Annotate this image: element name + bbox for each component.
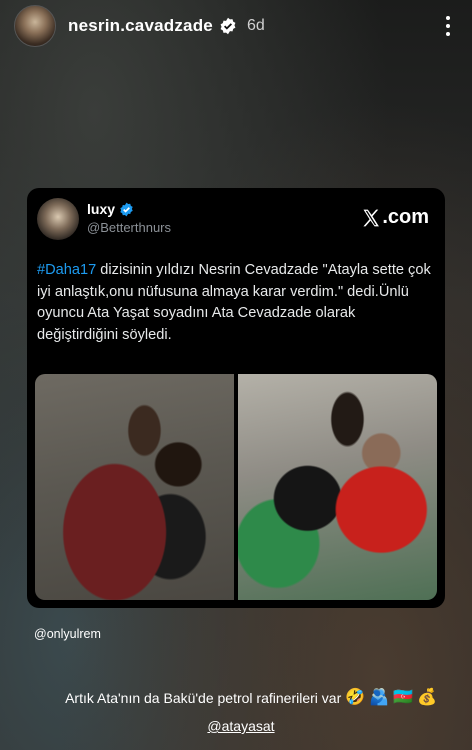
tweet-card[interactable]: luxy @Betterthnurs .com #Daha17 dizisini… xyxy=(27,188,445,608)
azerbaijan-flag-icon: 🇦🇿 xyxy=(393,689,413,706)
tweet-avatar xyxy=(37,198,79,240)
caption-mention[interactable]: @atayasat xyxy=(0,718,472,734)
caption-text: Artık Ata'nın da Bakü'de petrol rafineri… xyxy=(65,690,342,706)
tweet-photo-2[interactable] xyxy=(238,374,437,600)
laughing-emoji-icon: 🤣 xyxy=(345,689,366,706)
profile-avatar[interactable] xyxy=(14,5,56,47)
credit-mention[interactable]: @onlyulrem xyxy=(34,627,101,641)
hug-emoji-icon: 🫂 xyxy=(369,689,390,706)
blue-check-icon xyxy=(120,202,133,216)
tweet-body: dizisinin yıldızı Nesrin Cevadzade "Atay… xyxy=(37,262,431,343)
more-options-icon[interactable] xyxy=(438,14,458,38)
tweet-photos xyxy=(35,374,437,600)
x-source-label: .com xyxy=(382,206,429,228)
tweet-hashtag[interactable]: #Daha17 xyxy=(37,262,96,278)
tweet-photo-1[interactable] xyxy=(35,374,234,600)
tweet-handle: @Betterthnurs xyxy=(87,220,172,235)
tweet-author-label: luxy xyxy=(87,201,116,217)
money-bag-icon: 💰 xyxy=(417,689,437,706)
tweet-author-name: luxy xyxy=(87,201,134,217)
story-header: nesrin.cavadzade 6d xyxy=(0,0,472,52)
post-time: 6d xyxy=(246,17,265,34)
username[interactable]: nesrin.cavadzade xyxy=(68,16,213,36)
tweet-text: #Daha17 dizisinin yıldızı Nesrin Cevadza… xyxy=(37,260,431,346)
story-caption: Artık Ata'nın da Bakü'de petrol rafineri… xyxy=(0,689,472,707)
x-icon xyxy=(363,209,380,226)
story-background: nesrin.cavadzade 6d luxy @Betterthnurs .… xyxy=(0,0,472,750)
tweet-header: luxy @Betterthnurs .com xyxy=(37,198,435,244)
verified-badge-icon xyxy=(220,17,236,35)
x-logo: .com xyxy=(361,206,429,229)
